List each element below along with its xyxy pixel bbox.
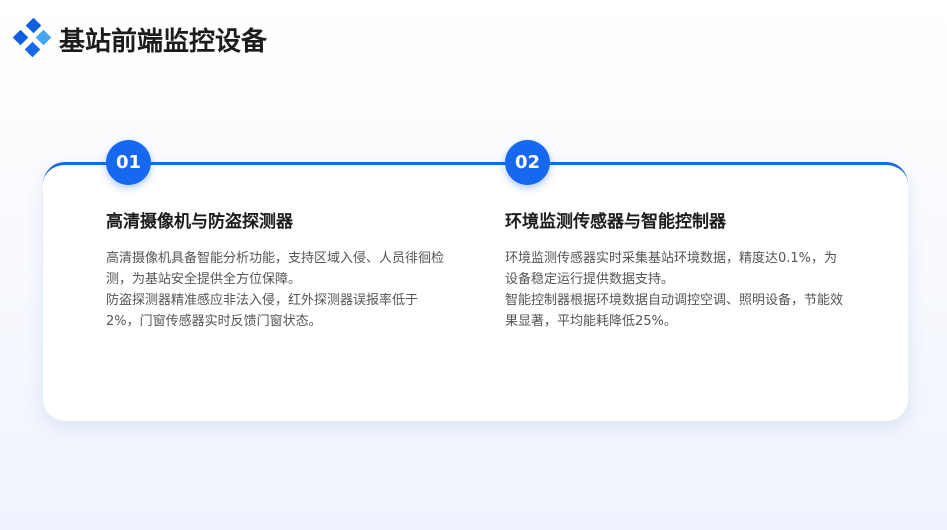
section-title: 环境监测传感器与智能控制器 <box>505 212 726 232</box>
step-number-badge: 02 <box>505 140 550 185</box>
section-body: 高清摄像机具备智能分析功能，支持区域入侵、人员徘徊检测，为基站安全提供全方位保障… <box>106 248 451 332</box>
feature-section-cameras: 高清摄像机与防盗探测器 高清摄像机具备智能分析功能，支持区域入侵、人员徘徊检测，… <box>106 210 451 332</box>
section-title: 高清摄像机与防盗探测器 <box>106 212 293 232</box>
page-title: 基站前端监控设备 <box>59 27 268 57</box>
section-body: 环境监测传感器实时采集基站环境数据，精度达0.1%，为设备稳定运行提供数据支持。… <box>505 248 850 332</box>
section-paragraph: 环境监测传感器实时采集基站环境数据，精度达0.1%，为设备稳定运行提供数据支持。 <box>505 251 838 287</box>
diamond-cluster-icon <box>12 17 52 58</box>
step-number-badge: 01 <box>106 140 151 185</box>
section-paragraph: 智能控制器根据环境数据自动调控空调、照明设备，节能效果显著，平均能耗降低25%。 <box>505 293 844 329</box>
feature-section-sensors: 环境监测传感器与智能控制器 环境监测传感器实时采集基站环境数据，精度达0.1%，… <box>505 210 850 332</box>
section-paragraph: 高清摄像机具备智能分析功能，支持区域入侵、人员徘徊检测，为基站安全提供全方位保障… <box>106 251 445 287</box>
section-paragraph: 防盗探测器精准感应非法入侵，红外探测器误报率低于2%，门窗传感器实时反馈门窗状态… <box>106 293 419 329</box>
